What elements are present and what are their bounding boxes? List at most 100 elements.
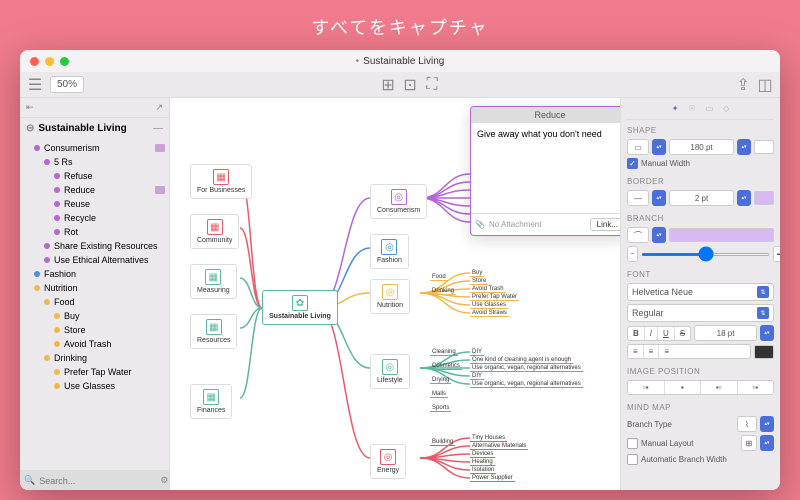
border-stepper[interactable]: ▴▾ xyxy=(652,190,666,206)
auto-width-checkbox[interactable] xyxy=(627,454,638,465)
font-size-field[interactable]: 18 pt xyxy=(694,325,757,341)
mindmap-leaf[interactable]: Avoid Trash xyxy=(470,286,506,293)
mindmap-leaf[interactable]: Power Supplier xyxy=(470,475,515,482)
mindmap-sublabel[interactable]: Building xyxy=(430,439,455,446)
maximize-icon[interactable] xyxy=(60,57,69,66)
shape-style-select[interactable]: ▭ xyxy=(627,139,649,155)
branch-type-stepper[interactable]: ▴▾ xyxy=(760,416,774,432)
border-style-select[interactable]: — xyxy=(627,190,649,206)
branch-type-select[interactable]: ⌇ xyxy=(737,416,757,432)
align-center-button[interactable]: ≡ xyxy=(644,345,660,358)
mindmap-leaf[interactable]: DIY xyxy=(470,373,484,380)
mindmap-node[interactable]: ▦Finances xyxy=(190,384,232,419)
tree-node[interactable]: Reduce xyxy=(20,183,169,197)
share-icon[interactable]: ⇪ xyxy=(736,78,750,92)
tree-node[interactable]: Fashion xyxy=(20,267,169,281)
mindmap-leaf[interactable]: One kind of cleaning agent is enough xyxy=(470,357,573,364)
align-right-button[interactable]: ≡ xyxy=(659,345,674,358)
mindmap-leaf[interactable]: Alternative Materials xyxy=(470,443,528,450)
tree-node[interactable]: Nutrition xyxy=(20,281,169,295)
mindmap-sublabel[interactable]: Cleaning xyxy=(430,349,458,356)
strike-button[interactable]: S xyxy=(675,327,690,340)
mindmap-leaf[interactable]: Tiny Houses xyxy=(470,435,507,442)
tree-node[interactable]: Recycle xyxy=(20,211,169,225)
tree-node[interactable]: Use Ethical Alternatives xyxy=(20,253,169,267)
tree-node[interactable]: Food xyxy=(20,295,169,309)
filter-icon[interactable]: ⚙ xyxy=(160,475,168,486)
mindmap-leaf[interactable]: Use Glasses xyxy=(470,302,508,309)
mindmap-node[interactable]: ◎Nutrition xyxy=(370,279,410,314)
mindmap-node[interactable]: ▦Community xyxy=(190,214,239,249)
mindmap-node[interactable]: ◎Lifestyle xyxy=(370,354,410,389)
mindmap-canvas[interactable]: ✿Sustainable Living ▦For Businesses ▦Commu… xyxy=(170,98,620,490)
tree-node[interactable]: Share Existing Resources xyxy=(20,239,169,253)
collapse-icon[interactable]: ⇤ xyxy=(26,102,34,113)
mindmap-sublabel[interactable]: Malls xyxy=(430,391,448,398)
tree-node[interactable]: Prefer Tap Water xyxy=(20,365,169,379)
tree-node[interactable]: Buy xyxy=(20,309,169,323)
expand-tree-icon[interactable]: ↗ xyxy=(155,102,163,113)
mindmap-leaf[interactable]: Buy xyxy=(470,270,484,277)
mindmap-leaf[interactable]: Use organic, vegan, regional alternative… xyxy=(470,381,583,388)
border-width-field[interactable]: 2 pt xyxy=(669,190,734,206)
font-size-stepper[interactable]: ▴▾ xyxy=(760,325,774,341)
img-pos-top[interactable]: ▫▪ xyxy=(628,381,665,394)
tree-node[interactable]: 5 Rs xyxy=(20,155,169,169)
tab-notes[interactable]: ☉ xyxy=(688,104,695,113)
mindmap-sublabel[interactable]: Drying xyxy=(430,377,451,384)
img-pos-left[interactable]: ▪▫ xyxy=(701,381,738,394)
close-icon[interactable] xyxy=(30,57,39,66)
minimize-icon[interactable] xyxy=(45,57,54,66)
mindmap-leaf[interactable]: DIY xyxy=(470,349,484,356)
sidebar-toggle-icon[interactable]: ☰ xyxy=(28,78,42,92)
mindmap-leaf[interactable]: Avoid Straws xyxy=(470,310,509,317)
mindmap-sublabel[interactable]: Drinking xyxy=(430,288,456,295)
tree-node[interactable]: Drinking xyxy=(20,351,169,365)
mindmap-sublabel[interactable]: Food xyxy=(430,274,448,281)
layout-stepper[interactable]: ▴▾ xyxy=(760,435,774,451)
underline-button[interactable]: U xyxy=(658,327,675,340)
shape-stepper[interactable]: ▴▾ xyxy=(652,139,666,155)
mindmap-sublabel[interactable]: Cosmetics xyxy=(430,363,462,370)
shape-fill-swatch[interactable] xyxy=(754,140,774,154)
expand-icon[interactable]: ⛶ xyxy=(425,78,439,92)
mindmap-leaf[interactable]: Isolation xyxy=(470,467,496,474)
mindmap-leaf[interactable]: Store xyxy=(470,278,488,285)
width-stepper[interactable]: ▴▾ xyxy=(737,139,751,155)
tree-node[interactable]: Reuse xyxy=(20,197,169,211)
branch-thick-icon[interactable]: ━ xyxy=(773,246,780,262)
border-color-swatch[interactable] xyxy=(754,191,774,205)
branch-width-slider[interactable] xyxy=(641,253,770,256)
img-pos-center[interactable]: ▪ xyxy=(665,381,702,394)
branch-color-swatch[interactable] xyxy=(669,228,774,242)
mindmap-leaf[interactable]: Heating xyxy=(470,459,495,466)
italic-button[interactable]: I xyxy=(645,327,658,340)
font-weight-select[interactable]: Regular⇅ xyxy=(627,304,774,322)
mindmap-leaf[interactable]: Prefer Tap Water xyxy=(470,294,519,301)
tree-node[interactable]: Store xyxy=(20,323,169,337)
branch-thin-icon[interactable]: ⎯ xyxy=(627,246,638,262)
shape-width-field[interactable]: 180 pt xyxy=(669,139,734,155)
manual-layout-checkbox[interactable] xyxy=(627,438,638,449)
popup-body[interactable]: Give away what you don't need xyxy=(471,123,620,213)
layout-button[interactable]: ⊞ xyxy=(741,435,757,451)
focus-icon[interactable]: ⊡ xyxy=(403,78,417,92)
tree-node[interactable]: Consumerism xyxy=(20,141,169,155)
manual-width-checkbox[interactable]: ✓ xyxy=(627,158,638,169)
search-input[interactable] xyxy=(39,476,156,486)
mindmap-node[interactable]: ◎Consumerism xyxy=(370,184,427,219)
zoom-select[interactable]: 50% xyxy=(50,76,84,93)
link-button[interactable]: Link... xyxy=(590,218,620,231)
mindmap-leaf[interactable]: Devices xyxy=(470,451,495,458)
mindmap-node[interactable]: ◎Fashion xyxy=(370,234,409,269)
tree-node[interactable]: Rot xyxy=(20,225,169,239)
tree-node[interactable]: Use Glasses xyxy=(20,379,169,393)
inspector-toggle-icon[interactable]: ◫ xyxy=(758,78,772,92)
mindmap-sublabel[interactable]: Sports xyxy=(430,405,451,412)
tab-attachments[interactable]: ▭ xyxy=(706,104,714,113)
root-node[interactable]: ✿Sustainable Living xyxy=(262,290,338,325)
mindmap-node[interactable]: ▦For Businesses xyxy=(190,164,252,199)
tree-node[interactable]: Refuse xyxy=(20,169,169,183)
outline-icon[interactable]: ⊞ xyxy=(381,78,395,92)
border-width-stepper[interactable]: ▴▾ xyxy=(737,190,751,206)
